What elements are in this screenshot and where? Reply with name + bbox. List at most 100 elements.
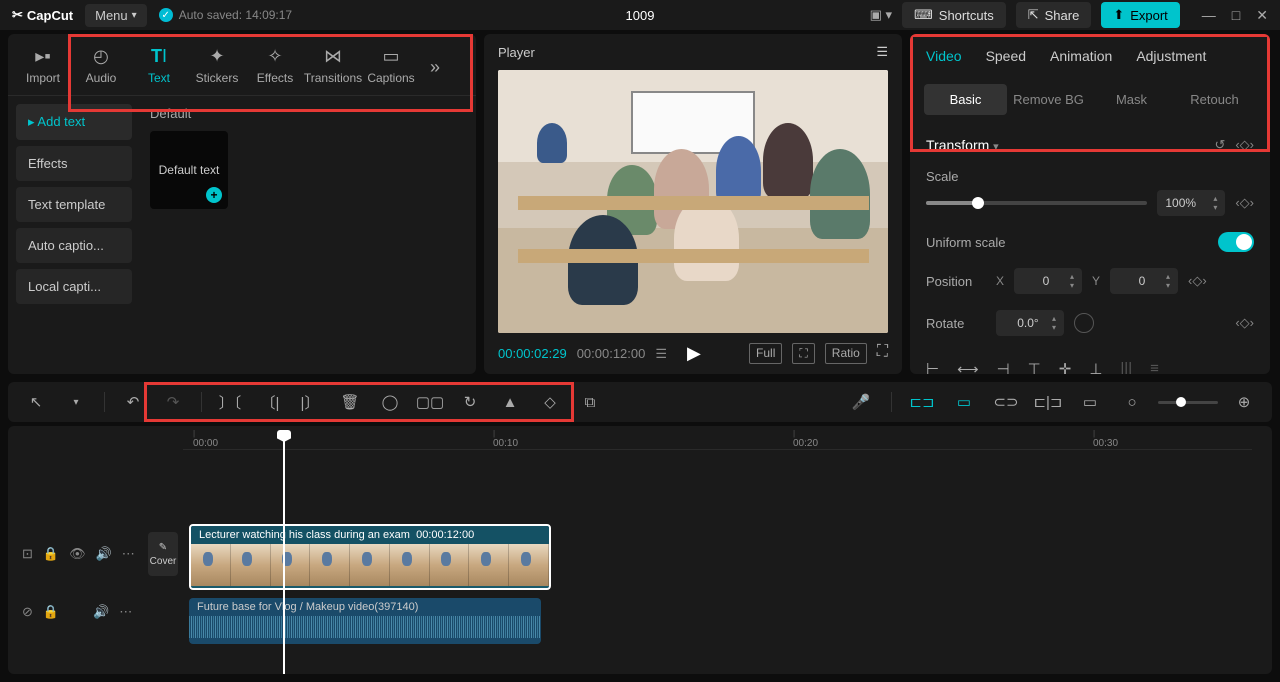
uniform-scale-toggle[interactable] (1218, 232, 1254, 252)
more-icon[interactable]: ⋯ (119, 604, 132, 620)
share-button[interactable]: ⇱ Share (1016, 2, 1092, 28)
pos-x-input[interactable]: 0▴▾ (1014, 268, 1082, 294)
preview-render-icon[interactable]: ▭ (1074, 386, 1106, 418)
undo-button[interactable]: ↶ (117, 386, 149, 418)
fullscreen-button[interactable]: ⛶ (877, 343, 888, 364)
cover-button[interactable]: ✎ Cover (148, 532, 178, 576)
audio-clip[interactable]: Future base for Vlog / Makeup video(3971… (189, 598, 541, 644)
mirror-tool[interactable]: ▲ (494, 386, 526, 418)
subtab-removebg[interactable]: Remove BG (1007, 84, 1090, 115)
current-time: 00:00:02:29 (498, 346, 567, 361)
eye-icon[interactable]: 👁 (69, 546, 86, 562)
select-dropdown[interactable]: ▾ (60, 386, 92, 418)
zoom-in-icon[interactable]: ⊕ (1228, 386, 1260, 418)
align-center-v-icon[interactable]: ✛ (1059, 360, 1072, 374)
delete-tool[interactable]: 🗑 (334, 386, 366, 418)
zoom-out-icon[interactable]: ○ (1116, 386, 1148, 418)
align-top-icon[interactable]: ⊤ (1028, 360, 1041, 374)
tab-audio[interactable]: ◴ Audio (72, 40, 130, 95)
edit-icon: ✎ (159, 542, 167, 553)
tab-text[interactable]: TI Text (130, 40, 188, 95)
split-left-tool[interactable]: 〔| (254, 386, 286, 418)
sidebar-item-local-captions[interactable]: Local capti... (16, 269, 132, 304)
mic-icon[interactable]: 🎤 (845, 386, 877, 418)
scale-input[interactable]: 100% ▴▾ (1157, 190, 1225, 216)
export-button[interactable]: ⬆ Export (1101, 2, 1179, 28)
tab-video[interactable]: Video (926, 48, 962, 74)
full-button[interactable]: Full (749, 343, 782, 364)
align-right-icon[interactable]: ⊣ (997, 360, 1010, 374)
track-area[interactable]: Lecturer watching his class during an ex… (184, 450, 1272, 638)
shortcuts-button[interactable]: ⌨ Shortcuts (902, 2, 1006, 28)
align-bottom-icon[interactable]: ⊥ (1089, 360, 1102, 374)
copy-tool[interactable]: ▢▢ (414, 386, 446, 418)
player-preview[interactable] (498, 70, 888, 333)
align-left-icon[interactable]: ⊢ (926, 360, 939, 374)
reverse-tool[interactable]: ↻ (454, 386, 486, 418)
tab-adjustment[interactable]: Adjustment (1136, 48, 1206, 74)
magnet-icon[interactable]: ⊏⊐ (906, 386, 938, 418)
link-icon[interactable]: ⊂⊃ (990, 386, 1022, 418)
tab-stickers[interactable]: ✦ Stickers (188, 40, 246, 95)
crop-tool[interactable]: ⧉ (574, 386, 606, 418)
select-tool[interactable]: ↖ (20, 386, 52, 418)
rotate-input[interactable]: 0.0°▴▾ (996, 310, 1064, 336)
preview-icon[interactable]: ⊏|⊐ (1032, 386, 1064, 418)
tab-import[interactable]: ▸▪ Import (14, 40, 72, 95)
captions-icon: ▭ (382, 46, 399, 67)
rotate-dial[interactable] (1074, 313, 1094, 333)
subtab-retouch[interactable]: Retouch (1173, 84, 1256, 115)
tab-captions[interactable]: ▭ Captions (362, 40, 420, 95)
scale-button[interactable]: ⛶ (792, 343, 814, 364)
keyframe-icon[interactable]: ‹◇› (1235, 315, 1254, 331)
track-settings-icon[interactable]: ⊘ (22, 604, 33, 620)
redo-button[interactable]: ↷ (157, 386, 189, 418)
lock-icon[interactable]: 🔒 (43, 604, 59, 620)
video-clip[interactable]: Lecturer watching his class during an ex… (189, 524, 551, 590)
ratio-button[interactable]: Ratio (825, 343, 867, 364)
default-text-card[interactable]: Default text + (150, 131, 228, 209)
split-tool[interactable]: 〕〔 (214, 386, 246, 418)
subtab-basic[interactable]: Basic (924, 84, 1007, 115)
volume-icon[interactable]: 🔊 (93, 604, 109, 620)
tab-effects[interactable]: ✧ Effects (246, 40, 304, 95)
play-button[interactable]: ▶ (687, 343, 701, 364)
tab-speed[interactable]: Speed (986, 48, 1026, 74)
player-menu-icon[interactable]: ☰ (876, 44, 888, 60)
app-name: CapCut (27, 8, 73, 23)
more-icon[interactable]: ⋯ (122, 546, 135, 562)
pos-y-input[interactable]: 0▴▾ (1110, 268, 1178, 294)
track-settings-icon[interactable]: ⊡ (22, 546, 33, 562)
keyframe-nav-icon[interactable]: ‹◇› (1235, 137, 1254, 153)
rotate-tool[interactable]: ◇ (534, 386, 566, 418)
mark-tool[interactable]: ◯ (374, 386, 406, 418)
tab-transitions[interactable]: ⋈ Transitions (304, 40, 362, 95)
sidebar-item-effects[interactable]: Effects (16, 146, 132, 181)
snap-icon[interactable]: ▭ (948, 386, 980, 418)
more-tabs-button[interactable]: » (420, 40, 450, 95)
subtab-mask[interactable]: Mask (1090, 84, 1173, 115)
split-right-tool[interactable]: |〕 (294, 386, 326, 418)
reset-icon[interactable]: ↺ (1214, 137, 1225, 153)
minimize-button[interactable]: — (1202, 7, 1216, 24)
lock-icon[interactable]: 🔒 (43, 546, 59, 562)
menu-button[interactable]: Menu ▾ (85, 4, 147, 27)
keyframe-icon[interactable]: ‹◇› (1235, 195, 1254, 211)
zoom-slider[interactable] (1158, 401, 1218, 404)
playhead[interactable] (283, 432, 285, 674)
timeline-ruler[interactable]: 00:00 00:10 00:20 00:30 (183, 426, 1252, 450)
scale-label: Scale (926, 169, 986, 184)
layout-icon[interactable]: ▣ ▾ (870, 7, 892, 23)
sidebar-item-auto-captions[interactable]: Auto captio... (16, 228, 132, 263)
maximize-button[interactable]: □ (1232, 7, 1240, 24)
close-button[interactable]: ✕ (1256, 7, 1268, 24)
sidebar-item-add-text[interactable]: ▸ Add text (16, 104, 132, 140)
add-icon[interactable]: + (206, 187, 222, 203)
sidebar-item-template[interactable]: Text template (16, 187, 132, 222)
list-icon[interactable]: ☰ (655, 346, 667, 362)
tab-animation[interactable]: Animation (1050, 48, 1112, 74)
volume-icon[interactable]: 🔊 (96, 546, 112, 562)
scale-slider[interactable] (926, 201, 1147, 205)
align-center-h-icon[interactable]: ⟷ (957, 360, 979, 374)
keyframe-icon[interactable]: ‹◇› (1188, 273, 1207, 289)
